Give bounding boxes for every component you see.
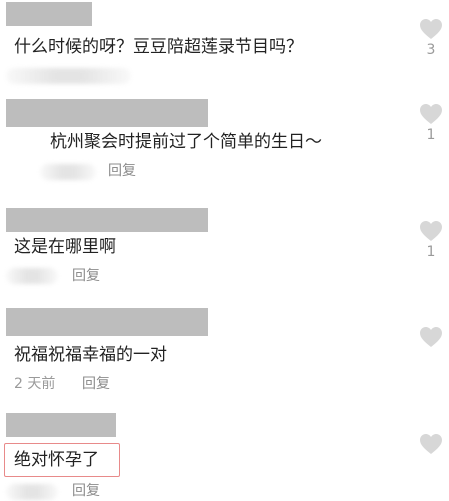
redacted-username xyxy=(6,208,208,232)
comment-item: 什么时候的呀？豆豆陪超莲录节目吗？ 3 xyxy=(0,0,449,95)
heart-icon xyxy=(420,104,442,124)
redacted-username xyxy=(6,308,208,336)
like-count: 1 xyxy=(426,244,436,260)
like-button[interactable]: 1 xyxy=(417,220,445,260)
like-count: 1 xyxy=(426,127,436,143)
comment-text: 杭州聚会时提前过了个简单的生日～ xyxy=(50,132,322,152)
redacted-meta xyxy=(6,68,131,84)
heart-icon xyxy=(420,434,442,454)
heart-icon xyxy=(420,221,442,241)
comment-item: 杭州聚会时提前过了个简单的生日～ 回复 1 xyxy=(0,95,449,195)
like-button[interactable]: 3 xyxy=(417,18,445,58)
reply-button[interactable]: 回复 xyxy=(72,267,100,285)
like-count: 3 xyxy=(426,42,436,58)
redacted-meta xyxy=(6,484,58,500)
comment-item: 这是在哪里啊 回复 1 xyxy=(0,200,449,300)
comment-text: 绝对怀孕了 xyxy=(14,450,99,470)
redacted-username xyxy=(6,2,92,26)
comment-item: 绝对怀孕了 回复 xyxy=(0,405,449,501)
heart-icon xyxy=(420,19,442,39)
redacted-username xyxy=(6,413,116,437)
heart-icon xyxy=(420,327,442,347)
like-button[interactable] xyxy=(417,326,445,350)
like-button[interactable]: 1 xyxy=(417,103,445,143)
reply-button[interactable]: 回复 xyxy=(108,162,136,180)
comment-item: 祝福祝福幸福的一对 2 天前 回复 xyxy=(0,300,449,405)
redacted-meta xyxy=(40,164,96,180)
comment-text: 这是在哪里啊 xyxy=(14,237,116,257)
like-button[interactable] xyxy=(417,433,445,457)
redacted-meta xyxy=(6,268,58,284)
reply-button[interactable]: 回复 xyxy=(82,375,110,393)
comment-time: 2 天前 xyxy=(14,376,56,392)
comment-text: 什么时候的呀？豆豆陪超莲录节目吗？ xyxy=(14,37,303,57)
comment-text: 祝福祝福幸福的一对 xyxy=(14,345,167,365)
redacted-username xyxy=(6,99,208,127)
reply-button[interactable]: 回复 xyxy=(72,482,100,500)
